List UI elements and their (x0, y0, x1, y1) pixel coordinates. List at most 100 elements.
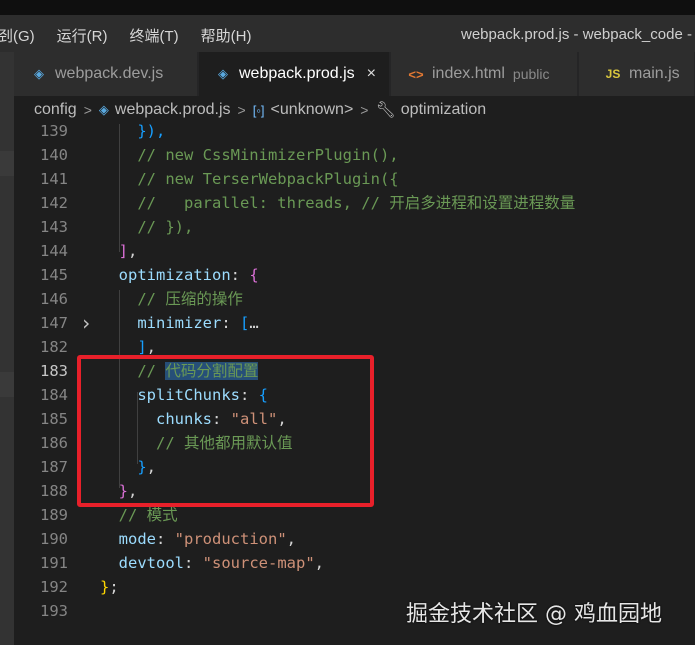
tab-description: public (512, 66, 550, 82)
menu-item-edit[interactable]: 刭(G) (0, 25, 35, 46)
code-line[interactable]: 144 ], (14, 239, 695, 263)
code-line[interactable]: 147 › minimizer: [… (14, 311, 695, 335)
line-number: 188 (40, 482, 68, 500)
code-line[interactable]: 141 // new TerserWebpackPlugin({ (14, 167, 695, 191)
code-line[interactable]: 139 }), (14, 119, 695, 143)
code-line[interactable]: 145 optimization: { (14, 263, 695, 287)
line-number: 182 (40, 338, 68, 356)
code-line[interactable]: 190 mode: "production", (14, 527, 695, 551)
wrench-icon: 🔧︎ (375, 102, 396, 119)
chevron-right-icon: > (360, 102, 369, 118)
menu-item-run[interactable]: 运行(R) (57, 25, 108, 46)
code-token: : (230, 266, 250, 284)
watermark: 掘金技术社区 @ 鸡血园地 (406, 602, 662, 627)
code-token: , (286, 530, 296, 548)
line-number: 140 (40, 146, 68, 164)
webpack-cube-icon: ◈ (98, 102, 109, 117)
code-text: }), (100, 119, 165, 143)
code-token: … (249, 314, 259, 332)
activity-bar (0, 52, 14, 645)
code-token: // new CssMinimizerPlugin(), (100, 146, 399, 164)
line-number: 146 (40, 290, 68, 308)
annotation-highlight-box (77, 355, 374, 507)
line-number: 144 (40, 242, 68, 260)
symbol-variable-icon: [◦] (252, 102, 265, 118)
code-token: , (146, 338, 157, 356)
tab-label: webpack.prod.js (239, 65, 355, 82)
code-token: ; (109, 578, 119, 596)
code-token: mode (100, 530, 156, 548)
js-icon: JS (605, 67, 621, 81)
code-token: // parallel: threads, // 开启多进程和设置进程数量 (100, 194, 576, 212)
line-number: 187 (40, 458, 68, 476)
code-token: ] (100, 338, 147, 356)
code-token: devtool (100, 554, 184, 572)
line-number: 191 (40, 554, 68, 572)
code-line[interactable]: 140 // new CssMinimizerPlugin(), (14, 143, 695, 167)
code-token: "production" (174, 530, 287, 548)
code-token: // 压缩的操作 (100, 290, 243, 308)
code-token: ] (100, 242, 128, 260)
webpack-cube-icon: ◈ (218, 66, 228, 81)
code-token: // 模式 (100, 506, 178, 524)
line-number: 145 (40, 266, 68, 284)
code-token: : (221, 314, 240, 332)
code-token: "source-map" (202, 554, 315, 572)
code-token: , (128, 242, 138, 260)
line-number: 189 (40, 506, 68, 524)
code-line[interactable]: 143 // }), (14, 215, 695, 239)
breadcrumb-item-folder[interactable]: config (34, 101, 77, 119)
line-number: 193 (40, 602, 68, 620)
code-line[interactable]: 146 // 压缩的操作 (14, 287, 695, 311)
code-token: optimization (100, 266, 231, 284)
breadcrumb-item-file[interactable]: webpack.prod.js (115, 101, 231, 119)
breadcrumb-item-symbol[interactable]: <unknown> (271, 101, 354, 119)
menu-item-terminal[interactable]: 终端(T) (130, 25, 179, 46)
code-line[interactable]: 142 // parallel: threads, // 开启多进程和设置进程数… (14, 191, 695, 215)
code-token: : (184, 554, 203, 572)
chevron-right-icon: > (83, 102, 92, 118)
menu-item-help[interactable]: 帮助(H) (201, 25, 252, 46)
code-text: ], (100, 239, 138, 263)
code-text: devtool: "source-map", (100, 551, 324, 575)
code-text: }; (100, 575, 119, 599)
line-number: 190 (40, 530, 68, 548)
code-text: // 压缩的操作 (100, 287, 243, 311)
tab-webpack-prod[interactable]: ◈ webpack.prod.js × (199, 52, 390, 96)
line-number: 147 (40, 314, 68, 332)
line-number: 139 (40, 122, 68, 140)
webpack-cube-icon: ◈ (34, 66, 44, 81)
code-text: // new TerserWebpackPlugin({ (100, 167, 398, 191)
line-number: 186 (40, 434, 68, 452)
code-token: } (100, 578, 110, 596)
code-token: }), (100, 122, 166, 140)
breadcrumb-item-property[interactable]: optimization (401, 101, 486, 119)
code-token: minimizer (100, 314, 222, 332)
code-line[interactable]: 191 devtool: "source-map", (14, 551, 695, 575)
code-token: , (314, 554, 324, 572)
code-text: mode: "production", (100, 527, 296, 551)
line-number: 192 (40, 578, 68, 596)
activity-bar-indicator (0, 151, 14, 176)
line-number: 143 (40, 218, 68, 236)
tab-label: webpack.dev.js (55, 65, 164, 82)
code-text: // new CssMinimizerPlugin(), (100, 143, 399, 167)
code-token: : (156, 530, 175, 548)
line-number: 184 (40, 386, 68, 404)
code-text: // }), (100, 215, 193, 239)
code-token: // }), (100, 218, 194, 236)
title-bar-top-strip (0, 0, 695, 15)
close-icon[interactable]: × (367, 65, 376, 83)
activity-bar-indicator (0, 372, 14, 397)
line-number: 141 (40, 170, 68, 188)
code-text: optimization: { (100, 263, 259, 287)
tab-webpack-dev[interactable]: ◈ webpack.dev.js (14, 52, 198, 96)
tab-main-js[interactable]: JS main.js (579, 52, 695, 96)
window-title: webpack.prod.js - webpack_code - V (461, 26, 695, 43)
html-brackets-icon: <> (408, 66, 424, 82)
tab-index-html[interactable]: <> index.html public (391, 52, 578, 96)
menu-bar: 刭(G) 运行(R) 终端(T) 帮助(H) (0, 22, 273, 48)
fold-chevron-icon[interactable]: › (80, 311, 92, 335)
tab-label: main.js (629, 65, 680, 82)
code-token: [ (240, 314, 250, 332)
